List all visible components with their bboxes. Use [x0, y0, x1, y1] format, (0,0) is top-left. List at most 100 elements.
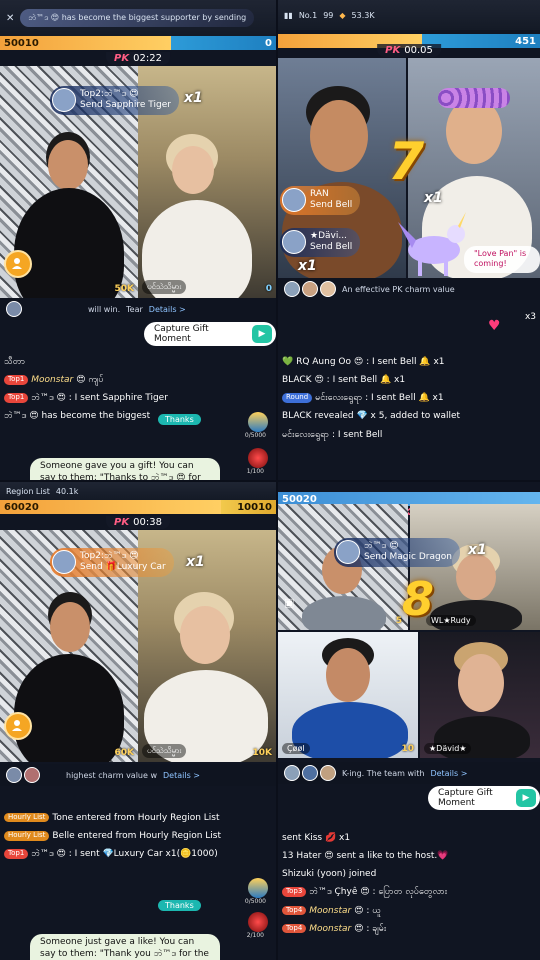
chat-text: Belle entered from Hourly Region List — [52, 831, 222, 842]
details-link[interactable]: Details > — [430, 769, 467, 778]
rank-badge: Top1 — [4, 375, 29, 385]
pk-info-tear: Tear — [126, 304, 143, 314]
stream-panel-bottom-left: Region List 40.1k 60020 10010 PK 00:38 60… — [0, 482, 276, 960]
gift-description: Send Bell — [310, 242, 353, 253]
chat-message: 💚 RQ Aung Oo 😍 : I sent Bell 🔔 x1 — [282, 356, 516, 368]
chat-text: 😍 : ယူ — [354, 905, 381, 916]
pk-timer: PK 00.05 — [377, 44, 441, 57]
left-host-score: 60K — [114, 748, 135, 758]
rose-icon[interactable] — [248, 448, 268, 468]
pk-info-row: highest charm value w Details > — [0, 764, 276, 786]
pk-label: PK — [385, 45, 401, 56]
pk-effect-number: 7 — [388, 132, 425, 192]
pk-avatars — [6, 767, 40, 783]
gift-count: x1 — [184, 90, 203, 106]
chat-message: BLACK 😍 : I sent Bell 🔔 x1 — [282, 374, 516, 386]
chat-message: မင်းလေးရွေရာ : I sent Bell — [282, 429, 516, 441]
chat-message: Shizuki (yoon) joined — [282, 868, 518, 880]
capture-label: Capture Gift Moment — [154, 324, 209, 344]
pet-announcement: "Love Pan" is coming! — [464, 246, 540, 273]
chat-text: 😍 ကျပ် — [76, 375, 104, 386]
pk-score-bar: 50010 0 — [0, 36, 276, 50]
pk-timer: PK 00:38 — [106, 516, 170, 529]
stream-panel-top-right: ▮▮ No.1 99 ◆ 53.3K 451 PK 00.05 7 x1 RAN … — [278, 0, 540, 480]
chat-username[interactable]: ဘဲ™ဒ — [31, 393, 53, 403]
chat-text: BLACK 😍 : I sent Bell 🔔 x1 — [282, 375, 406, 386]
pk-timer: PK 02:22 — [106, 52, 170, 65]
gift-notification: ★Dävi... Send Bell — [280, 228, 361, 257]
chat-text: ဘဲ™ဒ 😍 : I sent 💎Luxury Car x1(🪙1000) — [31, 849, 218, 860]
chat-username[interactable]: Moonstar — [309, 924, 351, 934]
follow-plus-button[interactable] — [4, 712, 32, 740]
gifter-name: Top2:ဘဲ™ဒ 😍 — [80, 89, 139, 99]
chat-username[interactable]: Moonstar — [31, 375, 73, 385]
gift-notification: Top2:ဘဲ™ဒ 😍 Send Sapphire Tiger — [50, 86, 179, 115]
thanks-button[interactable]: Thanks — [158, 414, 201, 425]
host-video-top-left[interactable]: ▣ 5 — [278, 504, 408, 630]
chat-list: sent Kiss 💋 x1 13 Hater 😍 sent a like to… — [282, 832, 518, 941]
treasure-progress: 0/5000 — [244, 432, 266, 439]
rose-icon[interactable] — [248, 912, 268, 932]
chat-text: BLACK revealed 💎 x 5, added to wallet — [282, 411, 461, 422]
host-face — [172, 146, 214, 194]
capture-gift-moment-button[interactable]: Capture Gift Moment ▶ — [428, 786, 540, 810]
treasure-icon[interactable] — [248, 412, 268, 432]
rank-badge: Top3 — [282, 887, 307, 897]
pk-right-score: 0 — [171, 36, 276, 50]
treasure-icon[interactable] — [248, 878, 268, 898]
chat-username[interactable]: Moonstar — [309, 906, 351, 916]
region-bar: Region List 40.1k — [0, 482, 276, 500]
host-score: 10 — [401, 744, 414, 754]
stream-panel-top-left: ✕ ဘဲ™ဒ 😍 has become the biggest supporte… — [0, 0, 276, 480]
rose-progress: 1/100 — [246, 468, 264, 475]
chat-message: BLACK revealed 💎 x 5, added to wallet — [282, 410, 516, 422]
thanks-button[interactable]: Thanks — [158, 900, 201, 911]
gift-notification: Top2:ဘဲ™ဒ 😍 Send 🎁Luxury Car — [50, 548, 174, 577]
pk-left-score: 50010 — [0, 36, 172, 50]
gift-count: x1 — [298, 258, 317, 274]
rank-badge: Round — [282, 393, 313, 403]
follow-plus-button[interactable] — [4, 250, 32, 278]
chat-message: Top1 ဘဲ™ဒ 😍 : I sent Sapphire Tiger — [4, 392, 248, 404]
pk-avatars — [284, 281, 336, 297]
capture-label: Capture Gift Moment — [438, 788, 493, 808]
top-banner-bar: ✕ ဘဲ™ဒ 😍 has become the biggest supporte… — [0, 0, 276, 36]
capture-gift-moment-button[interactable]: Capture Gift Moment ▶ — [144, 322, 276, 346]
host-video-bottom-right[interactable]: ★Dävid★ — [420, 632, 540, 758]
rank-badge: Top1 — [4, 849, 29, 859]
viewer-count: 99 — [323, 10, 334, 20]
host-body — [302, 596, 386, 630]
host-face — [48, 140, 88, 190]
chat-message: sent Kiss 💋 x1 — [282, 832, 518, 844]
host-face — [458, 654, 504, 712]
hourly-badge: Hourly List — [4, 831, 50, 841]
camera-icon[interactable]: ▣ — [284, 596, 294, 609]
unicorn-gift-icon — [398, 212, 466, 276]
host-body — [14, 654, 124, 762]
multiplier-text: x3 — [524, 312, 536, 322]
close-icon[interactable]: ✕ — [6, 13, 14, 24]
rank-badge: Top4 — [282, 923, 307, 934]
chat-message: Top1 Moonstar 😍 ကျပ် — [4, 374, 248, 386]
pk-score-bar: 60020 10010 — [0, 500, 276, 514]
host-video-bottom-left[interactable]: Çøøl 10 — [278, 632, 418, 758]
pk-info-row: K-ing. The team with Details > — [278, 762, 540, 784]
rose-progress: 2/100 — [246, 932, 264, 939]
chat-list: သီတာ Top1 Moonstar 😍 ကျပ် Top1 ဘဲ™ဒ 😍 : I … — [4, 356, 248, 429]
pk-info-row: will win. Tear Details > — [0, 298, 276, 320]
host-body — [14, 188, 124, 298]
chat-text: 😍 : I sent Sapphire Tiger — [56, 393, 168, 404]
chat-message: Hourly List Belle entered from Hourly Reg… — [4, 830, 248, 842]
diamond-icon: ◆ — [339, 10, 346, 20]
details-link[interactable]: Details > — [149, 305, 186, 314]
pk-info-row: An effective PK charm value — [278, 278, 540, 300]
region-list-label[interactable]: Region List — [6, 487, 50, 496]
host-face — [180, 606, 230, 664]
host-name: ★Dävid★ — [424, 743, 472, 754]
pk-effect-number: 8 — [402, 572, 435, 626]
system-message: Someone gave you a gift! You can say to … — [30, 458, 220, 480]
chat-text: Shizuki (yoon) joined — [282, 869, 377, 880]
details-link[interactable]: Details > — [163, 771, 200, 780]
chat-message: Round မင်းလေးရွေရာ : I sent Bell 🔔 x1 — [282, 392, 516, 404]
gift-description: Send Bell — [310, 200, 353, 211]
